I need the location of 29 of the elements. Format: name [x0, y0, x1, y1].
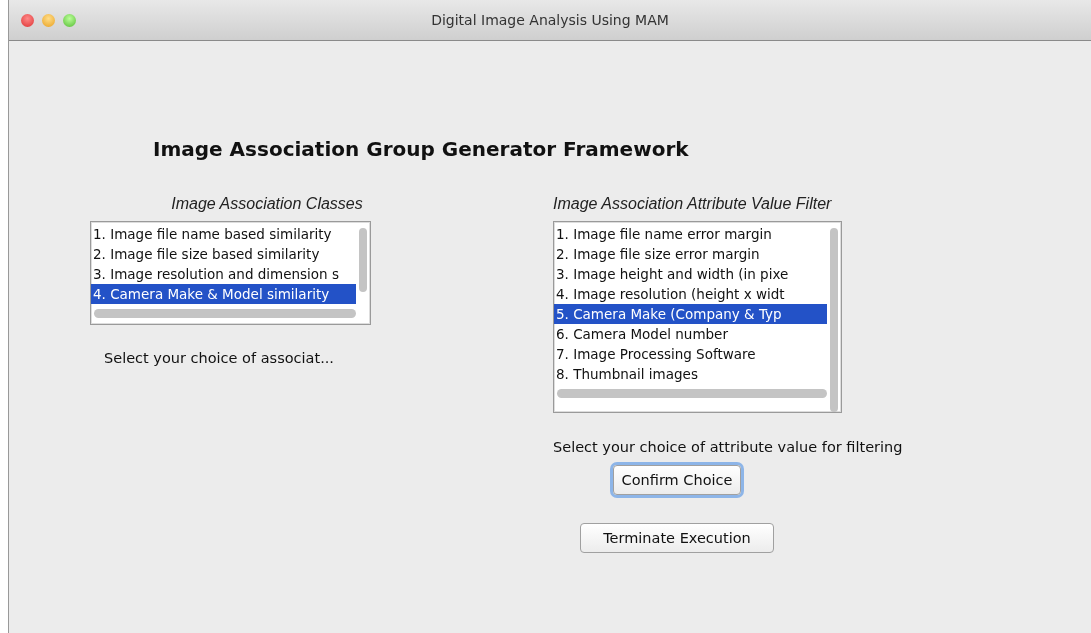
list-item[interactable]: 8. Thumbnail images — [554, 364, 827, 384]
list-label: Image Association Classes — [171, 195, 363, 213]
terminate-button[interactable]: Terminate Execution — [580, 523, 774, 553]
list-item[interactable]: 2. Image file size based similarity — [91, 244, 356, 264]
list-item[interactable]: 1. Image file name based similarity — [91, 224, 356, 244]
instruction-text: Select your choice of attribute value for filtering — [553, 439, 903, 455]
list-item[interactable]: 3. Image height and width (in pixe — [554, 264, 827, 284]
vertical-scrollbar[interactable] — [359, 228, 367, 292]
horizontal-scrollbar[interactable] — [557, 389, 827, 398]
list-item[interactable]: 7. Image Processing Software — [554, 344, 827, 364]
list-item[interactable]: 4. Camera Make & Model similarity — [91, 284, 356, 304]
list-item[interactable]: 6. Camera Model number — [554, 324, 827, 344]
heading: Image Association Group Generator Framework — [153, 137, 689, 161]
list-box[interactable] — [553, 221, 842, 413]
window-title: Digital Image Analysis Using MAM — [431, 12, 669, 28]
list-item[interactable]: 1. Image file name error margin — [554, 224, 827, 244]
list-item[interactable]: 2. Image file size error margin — [554, 244, 827, 264]
zoom-icon[interactable] — [63, 13, 76, 27]
status-text: Select your choice of associat... — [104, 350, 334, 366]
list-box[interactable]: 1. Image file name based similarity 2. Image file size based similarity 3. Image resolution and dimension s 4. Camera Make & Model similarity — [90, 221, 371, 325]
list-item[interactable]: 5. Camera Make (Company & Typ — [554, 304, 827, 324]
vertical-scrollbar[interactable] — [830, 228, 838, 412]
horizontal-scrollbar[interactable] — [94, 309, 356, 318]
list-item[interactable]: 4. Image resolution (height x widt — [554, 284, 827, 304]
close-icon[interactable] — [21, 13, 34, 27]
confirm-button[interactable]: Confirm Choice — [612, 465, 742, 495]
list-item[interactable]: 3. Image resolution and dimension s — [91, 264, 356, 284]
list-label: Image Association Attribute Value Filter — [553, 195, 832, 213]
minimize-icon[interactable] — [42, 13, 55, 27]
